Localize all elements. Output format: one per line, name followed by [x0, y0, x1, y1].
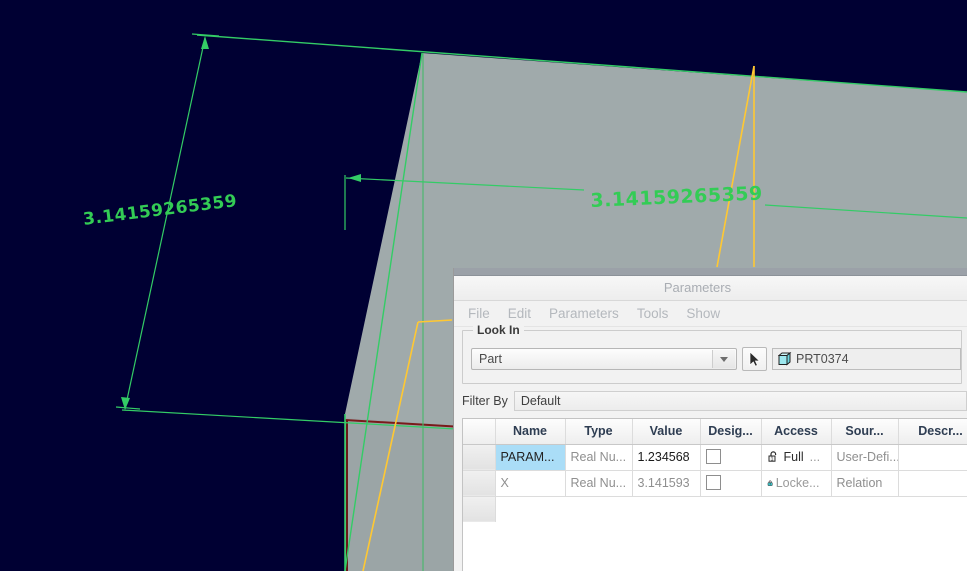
window-title: Parameters — [663, 280, 732, 295]
look-in-object-field[interactable]: PRT0374 — [772, 348, 961, 370]
chevron-down-icon[interactable] — [712, 350, 735, 368]
look-in-label: Look In — [473, 323, 524, 337]
window-top-strip — [454, 268, 967, 276]
cell-name[interactable]: X — [495, 470, 566, 497]
table-header-row: Name Type Value Desig... Access Sour... … — [463, 419, 967, 445]
cell-type[interactable]: Real Nu... — [565, 444, 633, 471]
parameters-table: Name Type Value Desig... Access Sour... … — [463, 419, 967, 522]
filter-bar: Filter By Default — [462, 390, 967, 412]
dim-left-line — [124, 37, 206, 410]
cell-source[interactable]: User-Defi... — [831, 444, 899, 471]
cell-designate[interactable] — [700, 470, 762, 497]
parameters-table-container[interactable]: Name Type Value Desig... Access Sour... … — [462, 418, 967, 571]
look-in-combo-value: Part — [479, 352, 502, 366]
row-handle[interactable] — [463, 444, 496, 471]
designate-checkbox[interactable] — [705, 475, 721, 490]
parameters-window[interactable]: Parameters File Edit Parameters Tools Sh… — [453, 268, 967, 571]
designate-checkbox[interactable] — [705, 449, 721, 464]
cell-descr[interactable] — [898, 470, 967, 497]
column-header-type[interactable]: Type — [565, 419, 633, 445]
cell-descr[interactable] — [898, 444, 967, 471]
table-empty-row — [463, 496, 967, 522]
access-overflow: ... — [809, 450, 821, 464]
select-object-button[interactable] — [742, 347, 767, 371]
dim-left-witness-bottom — [115, 406, 141, 410]
column-header-designate[interactable]: Desig... — [700, 419, 762, 445]
column-header-value[interactable]: Value — [632, 419, 701, 445]
menu-item-show[interactable]: Show — [686, 301, 720, 326]
cell-designate[interactable] — [700, 444, 762, 471]
cell-access[interactable]: 1 Full ... — [761, 444, 832, 471]
cell-type[interactable]: Real Nu... — [565, 470, 633, 497]
cell-value[interactable]: 1.234568 — [632, 444, 701, 471]
part-cube-icon — [778, 352, 792, 366]
window-titlebar[interactable]: Parameters — [454, 276, 967, 301]
row-handle[interactable] — [463, 470, 496, 497]
column-header-name[interactable]: Name — [495, 419, 566, 445]
table-row[interactable]: PARAM... Real Nu... 1.234568 1 Full ... … — [463, 444, 967, 471]
column-header-source[interactable]: Sour... — [831, 419, 899, 445]
column-header-access[interactable]: Access — [761, 419, 832, 445]
row-handle-empty — [463, 496, 496, 522]
lock-open-icon: 1 — [768, 450, 776, 462]
cell-value[interactable]: 3.141593 — [632, 470, 701, 497]
filter-by-value[interactable]: Default — [513, 391, 967, 411]
cell-access[interactable]: T Locke... — [761, 470, 832, 497]
look-in-combo[interactable]: Part — [471, 348, 737, 370]
look-in-group: Look In Part PRT0374 — [462, 323, 962, 384]
menu-item-tools[interactable]: Tools — [637, 301, 669, 326]
dim-right-arrow-left — [348, 174, 361, 182]
menubar[interactable]: File Edit Parameters Tools Show — [454, 301, 967, 327]
row-header-corner — [463, 419, 496, 445]
cell-name[interactable]: PARAM... — [495, 444, 566, 471]
access-label: Full — [783, 450, 804, 464]
empty-cell — [495, 496, 967, 522]
filter-by-label: Filter By — [462, 394, 508, 408]
look-in-object-name: PRT0374 — [796, 352, 849, 366]
lock-closed-icon: T — [767, 480, 773, 486]
dim-left-arrow-top — [201, 36, 209, 49]
table-row[interactable]: X Real Nu... 3.141593 T Locke... Relatio… — [463, 470, 967, 497]
menu-item-parameters[interactable]: Parameters — [549, 301, 619, 326]
column-header-descr[interactable]: Descr... — [898, 419, 967, 445]
svg-text:1: 1 — [770, 456, 773, 462]
cell-source[interactable]: Relation — [831, 470, 899, 497]
cursor-arrow-icon — [749, 351, 760, 367]
access-label: Locke... — [775, 476, 820, 490]
